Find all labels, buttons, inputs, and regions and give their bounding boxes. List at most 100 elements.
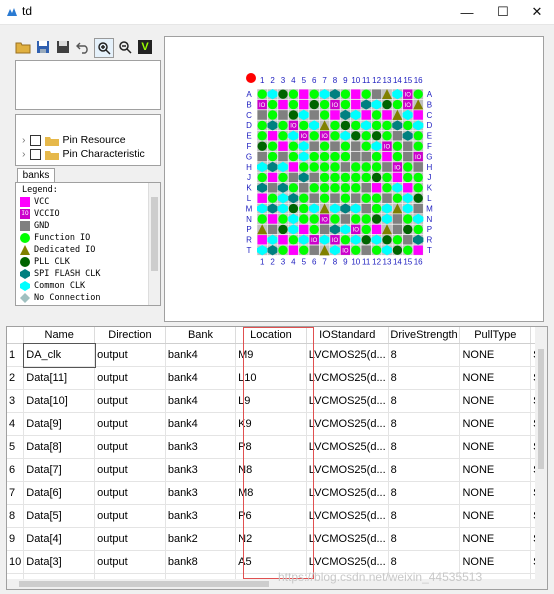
direction-cell[interactable]: output — [94, 481, 166, 505]
open-folder-icon[interactable] — [14, 38, 32, 56]
iostandard-cell[interactable]: LVCMOS25(d... — [306, 527, 389, 551]
save-icon[interactable] — [34, 38, 52, 56]
location-cell[interactable]: P8 — [235, 435, 307, 459]
location-cell[interactable]: M9 — [235, 343, 307, 367]
pulltype-cell[interactable]: NONE — [459, 458, 532, 482]
column-header-direction[interactable]: Direction — [94, 327, 166, 344]
column-header-location[interactable]: Location — [235, 327, 307, 344]
column-header-pulltype[interactable]: PullType — [459, 327, 532, 344]
pulltype-cell[interactable]: NONE — [459, 481, 532, 505]
pin-map[interactable]: 1122334455667788991010111112121313141415… — [165, 37, 543, 321]
zoom-in-icon[interactable] — [94, 38, 114, 58]
checkbox[interactable] — [29, 134, 41, 146]
pulltype-cell[interactable]: NONE — [459, 504, 532, 528]
direction-cell[interactable]: output — [94, 435, 166, 459]
bank-cell[interactable]: bank8 — [165, 550, 237, 574]
minimize-button[interactable]: — — [450, 0, 484, 24]
table-vertical-scrollbar[interactable] — [535, 327, 547, 579]
scroll-thumb[interactable] — [19, 581, 269, 587]
location-cell[interactable]: N8 — [235, 458, 307, 482]
expand-arrow-icon[interactable]: › — [22, 148, 26, 160]
location-cell[interactable]: L10 — [235, 366, 307, 390]
column-header-bank[interactable]: Bank — [165, 327, 237, 344]
direction-cell[interactable]: output — [94, 504, 166, 528]
iostandard-cell[interactable]: LVCMOS25(d... — [306, 389, 389, 413]
name-cell[interactable]: Data[3] — [23, 550, 96, 574]
bank-cell[interactable]: bank3 — [165, 481, 237, 505]
close-button[interactable]: ✕ — [520, 0, 554, 24]
bank-cell[interactable]: bank2 — [165, 527, 237, 551]
iostandard-cell[interactable]: LVCMOS25(d... — [306, 481, 389, 505]
pulltype-cell[interactable]: NONE — [459, 412, 532, 436]
save-as-icon[interactable] — [54, 38, 72, 56]
bank-cell[interactable]: bank4 — [165, 366, 237, 390]
expand-arrow-icon[interactable]: › — [22, 134, 26, 146]
drivestrength-cell[interactable]: 8 — [388, 458, 461, 482]
undo-icon[interactable] — [74, 38, 92, 56]
table-row[interactable]: 6Data[7]outputbank3N8LVCMOS25(d...8NONES — [7, 458, 547, 482]
drivestrength-cell[interactable]: 8 — [388, 412, 461, 436]
name-cell[interactable]: Data[4] — [23, 527, 96, 551]
iostandard-cell[interactable]: LVCMOS25(d... — [306, 366, 389, 390]
table-row[interactable]: 8Data[5]outputbank3P6LVCMOS25(d...8NONES — [7, 504, 547, 528]
column-header-name[interactable]: Name — [23, 327, 96, 344]
pulltype-cell[interactable]: NONE — [459, 343, 532, 367]
bank-cell[interactable]: bank3 — [165, 458, 237, 482]
iostandard-cell[interactable]: LVCMOS25(d... — [306, 412, 389, 436]
table-row[interactable]: 2 Data[11] output bank4 L10 LVCMOS25(d... 8 NON… — [7, 366, 547, 390]
name-cell[interactable]: Data[7] — [23, 458, 96, 482]
validate-icon[interactable]: V — [136, 38, 154, 56]
maximize-button[interactable]: ☐ — [486, 0, 520, 24]
bank-cell[interactable]: bank4 — [165, 343, 237, 367]
location-cell[interactable]: L9 — [235, 389, 307, 413]
pulltype-cell[interactable]: NONE — [459, 389, 532, 413]
table-row[interactable]: 9Data[4]outputbank2N2LVCMOS25(d...8NONES — [7, 527, 547, 551]
zoom-out-icon[interactable] — [116, 38, 134, 56]
bank-cell[interactable]: bank4 — [165, 412, 237, 436]
direction-cell[interactable]: output — [94, 458, 166, 482]
drivestrength-cell[interactable]: 8 — [388, 366, 461, 390]
table-row[interactable]: 5Data[8]outputbank3P8LVCMOS25(d...8NONES — [7, 435, 547, 459]
direction-cell[interactable]: output — [94, 389, 166, 413]
pulltype-cell[interactable]: NONE — [459, 366, 532, 390]
table-row[interactable]: 4Data[9]outputbank4K9LVCMOS25(d...8NONES — [7, 412, 547, 436]
iostandard-cell[interactable]: LVCMOS25(d... — [306, 458, 389, 482]
bank-cell[interactable]: bank3 — [165, 504, 237, 528]
location-cell[interactable]: P6 — [235, 504, 307, 528]
column-header-iostandard[interactable]: IOStandard — [306, 327, 389, 344]
table-row[interactable]: 1DA_clkoutputbank4M9LVCMOS25(d...8NONES — [7, 342, 547, 368]
direction-cell[interactable]: output — [94, 550, 166, 574]
drivestrength-cell[interactable]: 8 — [388, 435, 461, 459]
name-cell[interactable]: Data[10] — [23, 389, 96, 413]
name-cell[interactable]: DA_clk — [22, 342, 96, 368]
drivestrength-cell[interactable]: 8 — [388, 343, 461, 367]
iostandard-cell[interactable]: LVCMOS25(d... — [306, 435, 389, 459]
iostandard-cell[interactable]: LVCMOS25(d... — [306, 504, 389, 528]
drivestrength-cell[interactable]: 8 — [388, 504, 461, 528]
iostandard-cell[interactable]: LVCMOS25(d... — [306, 343, 389, 367]
drivestrength-cell[interactable]: 8 — [388, 481, 461, 505]
checkbox[interactable] — [29, 148, 41, 160]
column-header-drivestrength[interactable]: DriveStrength — [388, 327, 461, 344]
direction-cell[interactable]: output — [94, 343, 166, 367]
direction-cell[interactable]: output — [94, 527, 166, 551]
legend-scrollbar[interactable] — [148, 183, 160, 305]
scroll-thumb[interactable] — [151, 197, 158, 271]
scroll-thumb[interactable] — [538, 349, 544, 469]
drivestrength-cell[interactable]: 8 — [388, 389, 461, 413]
name-cell[interactable]: Data[11] — [23, 366, 96, 390]
tree-item-pin-characteristic[interactable]: › Pin Characteristic — [22, 147, 145, 161]
location-cell[interactable]: K9 — [235, 412, 307, 436]
location-cell[interactable]: M8 — [235, 481, 307, 505]
direction-cell[interactable]: output — [94, 412, 166, 436]
name-cell[interactable]: Data[8] — [23, 435, 96, 459]
drivestrength-cell[interactable]: 8 — [388, 527, 461, 551]
tab-banks[interactable]: banks — [17, 168, 55, 183]
location-cell[interactable]: N2 — [235, 527, 307, 551]
name-cell[interactable]: Data[9] — [23, 412, 96, 436]
tree-item-pin-resource[interactable]: › Pin Resource — [22, 133, 126, 147]
name-cell[interactable]: Data[5] — [23, 504, 96, 528]
table-row[interactable]: 3 Data[10] output bank4 L9 LVCMOS25(d... 8 NONE… — [7, 389, 547, 413]
bank-cell[interactable]: bank3 — [165, 435, 237, 459]
table-row[interactable]: 7Data[6]outputbank3M8LVCMOS25(d...8NONES — [7, 481, 547, 505]
